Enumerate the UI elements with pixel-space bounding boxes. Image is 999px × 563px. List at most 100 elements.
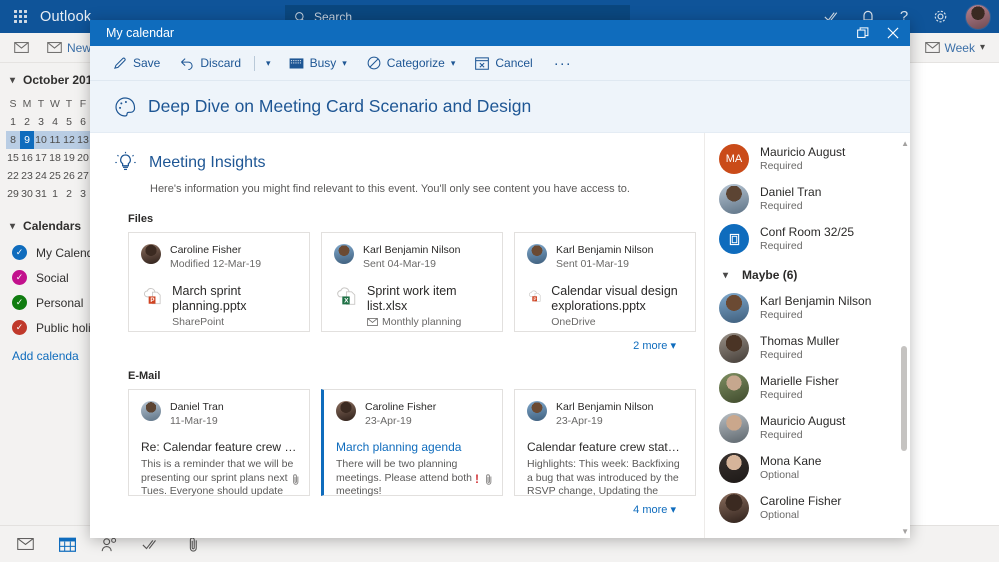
email-sender: Daniel Tran — [170, 401, 224, 414]
scrollbar-thumb[interactable] — [901, 346, 907, 451]
avatar-initials: MA — [719, 144, 749, 174]
day-cell[interactable]: 16 — [20, 149, 34, 167]
mail-nav-icon[interactable] — [0, 42, 38, 53]
day-cell[interactable]: 13 — [76, 131, 90, 149]
avatar — [527, 401, 547, 421]
file-row[interactable]: P March sprint planning.pptx SharePoint — [141, 284, 297, 328]
day-cell[interactable]: 12 — [62, 131, 76, 149]
email-card[interactable]: Daniel Tran 11-Mar-19 Re: Calendar featu… — [128, 389, 310, 496]
month-label: October 201 — [23, 73, 92, 87]
attendee-group-header[interactable]: ▾ Maybe (6) — [705, 259, 910, 288]
attendee-row[interactable]: Caroline Fisher Optional — [705, 488, 910, 528]
attendee-row[interactable]: Karl Benjamin Nilson Required — [705, 288, 910, 328]
day-cell[interactable]: 3 — [76, 185, 90, 203]
day-cell[interactable]: 8 — [6, 131, 20, 149]
attendees-scrollbar[interactable] — [899, 141, 908, 534]
day-cell-selected[interactable]: 9 — [20, 131, 34, 149]
day-cell[interactable]: 29 — [6, 185, 20, 203]
dialog-toolbar: Save Discard ▾ Busy ▾ Categorize ▾ Cance… — [90, 46, 910, 81]
day-cell[interactable]: 22 — [6, 167, 20, 185]
day-cell[interactable]: 25 — [48, 167, 62, 185]
attendee-role: Required — [760, 348, 839, 362]
dow-cell: M — [20, 95, 34, 113]
account-avatar[interactable] — [965, 4, 991, 30]
view-switcher[interactable]: Week ▾ — [925, 41, 986, 55]
chevron-down-icon: ▾ — [451, 58, 456, 69]
scroll-down-arrow[interactable]: ▼ — [901, 527, 909, 536]
restore-icon[interactable] — [848, 20, 878, 46]
calendar-icon[interactable] — [50, 526, 84, 563]
checkmark-icon: ✓ — [12, 295, 27, 310]
email-card-icons — [292, 473, 300, 486]
day-cell[interactable]: 23 — [20, 167, 34, 185]
cancel-button[interactable]: Cancel — [466, 50, 541, 76]
day-cell[interactable]: 5 — [62, 113, 76, 131]
email-more-label: 4 more — [633, 504, 667, 516]
day-cell[interactable]: 2 — [20, 113, 34, 131]
attendee-row[interactable]: Mauricio August Required — [705, 408, 910, 448]
attendee-row[interactable]: MA Mauricio August Required — [705, 139, 910, 179]
attendee-row[interactable]: Conf Room 32/25 Required — [705, 219, 910, 259]
attendee-row[interactable]: Thomas Muller Required — [705, 328, 910, 368]
day-cell[interactable]: 26 — [62, 167, 76, 185]
day-cell[interactable]: 10 — [34, 131, 48, 149]
day-cell[interactable]: 11 — [48, 131, 62, 149]
email-card-header: Daniel Tran 11-Mar-19 — [141, 401, 297, 428]
avatar — [719, 293, 749, 323]
attendee-role: Required — [760, 159, 845, 173]
email-date: 23-Apr-19 — [365, 414, 436, 428]
attendee-name: Marielle Fisher — [760, 374, 839, 388]
day-cell[interactable]: 4 — [48, 113, 62, 131]
file-card-header: Karl Benjamin Nilson Sent 01-Mar-19 — [527, 244, 683, 271]
more-options-button[interactable]: ··· — [544, 55, 582, 72]
file-card[interactable]: Caroline Fisher Modified 12-Mar-19 P Ma — [128, 232, 310, 332]
day-cell[interactable]: 30 — [20, 185, 34, 203]
app-launcher-button[interactable] — [0, 10, 40, 23]
avatar — [719, 413, 749, 443]
day-cell[interactable]: 24 — [34, 167, 48, 185]
file-card[interactable]: Karl Benjamin Nilson Sent 01-Mar-19 P C — [514, 232, 696, 332]
calendar-label: Social — [36, 271, 69, 285]
day-cell[interactable]: 1 — [48, 185, 62, 203]
day-cell[interactable]: 2 — [62, 185, 76, 203]
email-card[interactable]: Karl Benjamin Nilson 23-Apr-19 Calendar … — [514, 389, 696, 496]
day-cell[interactable]: 17 — [34, 149, 48, 167]
day-cell[interactable]: 27 — [76, 167, 90, 185]
discard-label: Discard — [200, 56, 241, 70]
file-card[interactable]: Karl Benjamin Nilson Sent 04-Mar-19 X S — [321, 232, 503, 332]
gear-icon[interactable] — [924, 0, 956, 33]
email-more-link[interactable]: 4 more ▾ — [114, 503, 676, 516]
email-card-icons: ! — [475, 472, 493, 486]
day-cell[interactable]: 3 — [34, 113, 48, 131]
files-more-link[interactable]: 2 more ▾ — [114, 339, 676, 352]
mail-icon — [14, 42, 29, 53]
day-cell[interactable]: 19 — [62, 149, 76, 167]
file-row[interactable]: P Calendar visual design explorations.pp… — [527, 284, 683, 328]
day-cell[interactable]: 18 — [48, 149, 62, 167]
close-icon[interactable] — [878, 20, 908, 46]
file-author: Karl Benjamin Nilson — [363, 244, 460, 257]
busy-button[interactable]: Busy ▾ — [280, 50, 356, 76]
event-banner: Deep Dive on Meeting Card Scenario and D… — [90, 81, 910, 133]
categorize-button[interactable]: Categorize ▾ — [358, 50, 465, 76]
attendee-row[interactable]: Daniel Tran Required — [705, 179, 910, 219]
attendee-role: Required — [760, 239, 854, 253]
day-cell[interactable]: 1 — [6, 113, 20, 131]
discard-dropdown-button[interactable]: ▾ — [259, 50, 278, 76]
day-cell[interactable]: 6 — [76, 113, 90, 131]
powerpoint-file-icon: P — [141, 284, 163, 308]
email-section-label: E-Mail — [128, 370, 704, 382]
day-cell[interactable]: 15 — [6, 149, 20, 167]
mail-icon[interactable] — [8, 526, 42, 563]
discard-button[interactable]: Discard — [171, 50, 250, 76]
email-card[interactable]: Caroline Fisher 23-Apr-19 March planning… — [321, 389, 503, 496]
attendee-row[interactable]: Marielle Fisher Required — [705, 368, 910, 408]
file-row[interactable]: X Sprint work item list.xlsx Monthly pla… — [334, 284, 490, 328]
chevron-down-icon: ▾ — [670, 504, 676, 516]
save-button[interactable]: Save — [104, 50, 169, 76]
email-card-list: Daniel Tran 11-Mar-19 Re: Calendar featu… — [128, 389, 704, 496]
day-cell[interactable]: 31 — [34, 185, 48, 203]
day-cell[interactable]: 20 — [76, 149, 90, 167]
attendee-row[interactable]: Mona Kane Optional — [705, 448, 910, 488]
busy-label: Busy — [310, 56, 337, 70]
